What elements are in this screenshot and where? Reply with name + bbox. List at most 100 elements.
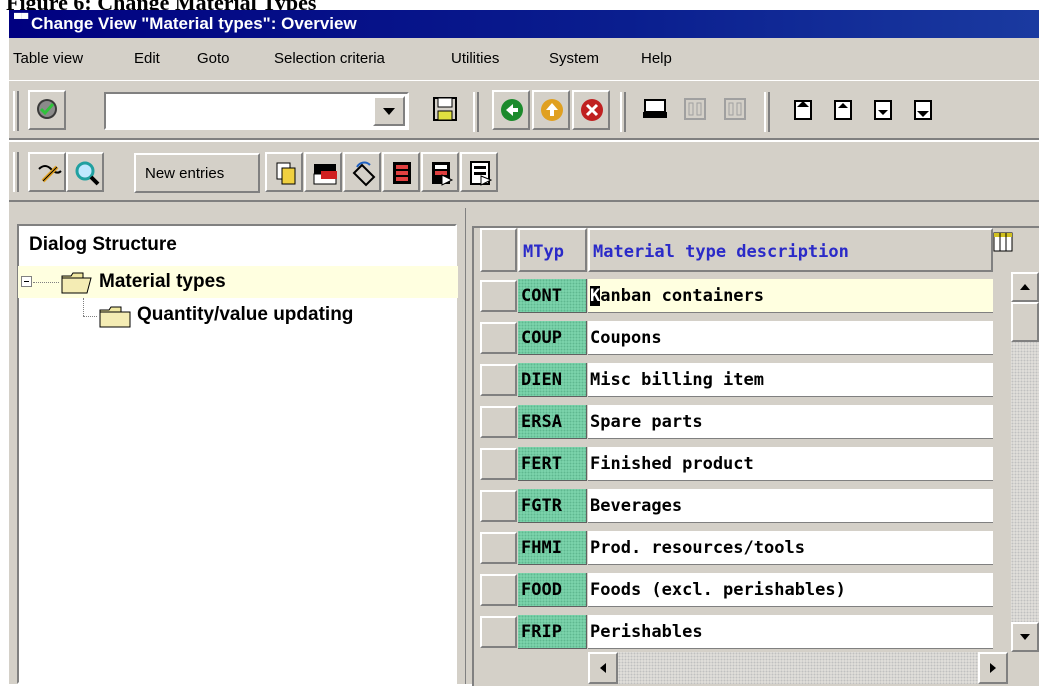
table-cell-code[interactable]: FGTR [518, 489, 587, 523]
folder-open-icon [61, 272, 92, 294]
row-selector[interactable] [480, 616, 517, 648]
scroll-right-button[interactable] [978, 652, 1008, 684]
previous-page-button[interactable] [824, 90, 862, 130]
first-page-icon [794, 100, 812, 120]
menu-selection-criteria[interactable]: Selection criteria [274, 50, 385, 67]
table-cell-code[interactable]: FOOD [518, 573, 587, 607]
table-cell-code[interactable]: DIEN [518, 363, 587, 397]
table-cell-description[interactable]: Beverages [588, 489, 993, 523]
panel-splitter[interactable] [458, 208, 466, 684]
new-entries-button[interactable]: New entries [134, 153, 260, 193]
save-button[interactable] [426, 90, 464, 130]
next-page-button[interactable] [864, 90, 902, 130]
sap-window-icon[interactable]: ▀▀ [14, 14, 28, 25]
row-selector[interactable] [480, 280, 517, 312]
back-button[interactable] [492, 90, 530, 130]
arrow-right-icon [990, 663, 996, 673]
toolbar-grip[interactable] [13, 152, 19, 192]
row-selector[interactable] [480, 532, 517, 564]
find-icon [684, 98, 706, 120]
table-cell-code[interactable]: FRIP [518, 615, 587, 649]
collapse-icon[interactable] [21, 276, 32, 287]
row-selector[interactable] [480, 364, 517, 396]
table-cell-description[interactable]: Foods (excl. perishables) [588, 573, 993, 607]
enter-icon [37, 99, 57, 119]
menu-goto[interactable]: Goto [197, 50, 230, 67]
first-page-button[interactable] [784, 90, 822, 130]
menu-system[interactable]: System [549, 50, 599, 67]
window-title: Change View "Material types": Overview [31, 14, 357, 33]
select-block-button[interactable] [421, 152, 459, 192]
enter-button[interactable] [28, 90, 66, 130]
print-icon [643, 99, 667, 118]
next-page-icon [874, 100, 892, 120]
menu-utilities[interactable]: Utilities [451, 50, 499, 67]
find-next-button[interactable] [716, 90, 754, 130]
tree-node-quantity-value-updating[interactable]: Quantity/value updating [137, 304, 353, 326]
find-button[interactable] [676, 90, 714, 130]
deselect-all-button[interactable] [460, 152, 498, 192]
command-field[interactable] [104, 92, 409, 130]
copy-as-icon [276, 162, 296, 185]
table-cell-description[interactable]: Spare parts [588, 405, 993, 439]
deselect-all-icon [470, 161, 493, 186]
scroll-left-button[interactable] [588, 652, 618, 684]
table-cell-description[interactable]: Coupons [588, 321, 993, 355]
cancel-button[interactable] [572, 90, 610, 130]
scroll-thumb[interactable] [1011, 302, 1039, 342]
row-selector[interactable] [480, 448, 517, 480]
table-cell-code[interactable]: FERT [518, 447, 587, 481]
title-bar: ▀▀ Change View "Material types": Overvie… [9, 10, 1039, 38]
horizontal-scrollbar[interactable] [588, 652, 1008, 684]
menu-help[interactable]: Help [641, 50, 672, 67]
previous-page-icon [834, 100, 852, 120]
menu-edit[interactable]: Edit [134, 50, 160, 67]
details-icon [75, 161, 100, 186]
print-button[interactable] [636, 90, 674, 130]
table-cell-description[interactable]: Misc billing item [588, 363, 993, 397]
scroll-up-button[interactable] [1011, 272, 1039, 302]
description-text: anban containers [600, 286, 765, 306]
select-all-button[interactable] [382, 152, 420, 192]
select-all-rows-button[interactable] [480, 228, 517, 272]
details-button[interactable] [66, 152, 104, 192]
tree-node-material-types[interactable]: Material types [99, 271, 226, 293]
tree-connector [83, 298, 84, 316]
table-cell-code[interactable]: COUP [518, 321, 587, 355]
table-cell-description[interactable]: Finished product [588, 447, 993, 481]
menu-table-view[interactable]: Table view [13, 50, 83, 67]
select-all-icon [393, 162, 411, 184]
table-cell-code[interactable]: ERSA [518, 405, 587, 439]
table-cell-description[interactable]: Kanban containers [588, 279, 993, 313]
tree-connector [83, 316, 97, 317]
dialog-structure-title: Dialog Structure [29, 234, 177, 255]
table-cell-code[interactable]: CONT [518, 279, 587, 313]
arrow-up-icon [1020, 284, 1030, 290]
column-header-mtyp[interactable]: MTyp [518, 228, 587, 272]
column-header-description[interactable]: Material type description [588, 228, 993, 272]
row-selector[interactable] [480, 322, 517, 354]
toolbar-grip[interactable] [13, 91, 19, 131]
table-settings-button[interactable] [993, 231, 1013, 253]
last-page-button[interactable] [904, 90, 942, 130]
row-selector[interactable] [480, 490, 517, 522]
table-cell-description[interactable]: Prod. resources/tools [588, 531, 993, 565]
tree-connector [33, 282, 59, 283]
undo-change-button[interactable] [343, 152, 381, 192]
row-selector[interactable] [480, 406, 517, 438]
table-cell-code[interactable]: FHMI [518, 531, 587, 565]
toolbar-separator [473, 92, 479, 132]
table-cell-description[interactable]: Perishables [588, 615, 993, 649]
command-field-dropdown[interactable] [373, 96, 405, 126]
delete-button[interactable] [304, 152, 342, 192]
delete-icon [313, 164, 337, 185]
exit-button[interactable] [532, 90, 570, 130]
undo-change-icon [352, 161, 376, 187]
copy-as-button[interactable] [265, 152, 303, 192]
row-selector[interactable] [480, 574, 517, 606]
table-settings-icon [993, 232, 1013, 252]
display-change-button[interactable] [28, 152, 66, 192]
vertical-scrollbar[interactable] [1011, 272, 1039, 652]
display-change-icon [38, 165, 62, 183]
scroll-down-button[interactable] [1011, 622, 1039, 652]
